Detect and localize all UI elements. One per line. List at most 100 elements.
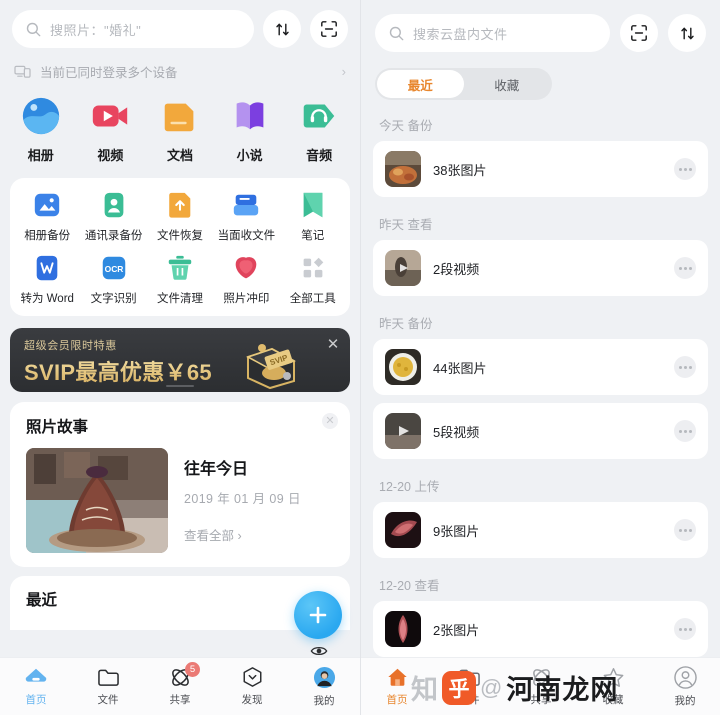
- file-name: 44张图片: [433, 360, 487, 376]
- tool-photo-print[interactable]: 照片冲印: [213, 253, 279, 306]
- search-placeholder: 搜照片："婚礼": [50, 22, 142, 38]
- tool-ocr[interactable]: OCR 文字识别: [81, 253, 147, 306]
- sort-button[interactable]: [668, 14, 706, 52]
- app-shortcut-document[interactable]: 文档: [148, 95, 212, 164]
- app-shortcut-label: 音频: [306, 148, 333, 163]
- nav-tab-favorites[interactable]: 收藏: [577, 666, 649, 707]
- tool-all-tools[interactable]: 全部工具: [280, 253, 346, 306]
- to-word-icon: [36, 255, 58, 281]
- svip-banner[interactable]: 超级会员限时特惠 SVIP最高优惠￥65 SVIP ✕: [10, 328, 350, 392]
- app-shortcut-row: 相册 视频 文档 小说 音频: [0, 91, 360, 178]
- svip-indicator: [166, 384, 194, 387]
- tool-receive-file[interactable]: 当面收文件: [213, 190, 279, 243]
- photo-story-card: 照片故事 ✕ 往年今日 2019 年 01 月 09 日 查看全部 ›: [10, 402, 350, 567]
- add-button[interactable]: [294, 591, 342, 639]
- app-shortcut-label: 相册: [27, 148, 54, 163]
- nav-tab-discover[interactable]: 发现: [216, 666, 288, 707]
- tool-file-clean[interactable]: 文件清理: [147, 253, 213, 306]
- sort-arrows-icon: [275, 23, 289, 35]
- photo-story-thumbnail[interactable]: [26, 448, 168, 553]
- app-shortcut-novel[interactable]: 小说: [218, 95, 282, 164]
- device-banner[interactable]: 当前已同时登录多个设备 ›: [0, 54, 360, 91]
- svg-text:OCR: OCR: [104, 264, 123, 274]
- file-name: 5段视频: [433, 424, 480, 440]
- tool-label: 全部工具: [289, 293, 336, 305]
- file-thumbnail: [385, 250, 421, 286]
- left-bottom-nav: 首页 文件 5 共享 发现 我的: [0, 657, 360, 715]
- file-thumbnail: [385, 512, 421, 548]
- nav-tab-mine[interactable]: 我的: [649, 665, 720, 708]
- video-icon: [93, 105, 128, 127]
- audio-icon: [303, 104, 335, 128]
- nav-tab-mine[interactable]: 我的: [288, 666, 360, 708]
- file-more-button[interactable]: [674, 257, 696, 279]
- dot: [688, 627, 692, 631]
- discover-icon: [243, 667, 261, 687]
- nav-tab-home[interactable]: 首页: [0, 666, 72, 707]
- file-more-button[interactable]: [674, 519, 696, 541]
- search-icon: [26, 22, 41, 36]
- app-shortcut-audio[interactable]: 音频: [287, 95, 351, 164]
- cloud-search-input[interactable]: 搜索云盘内文件: [375, 14, 610, 52]
- file-list-item[interactable]: 9张图片: [373, 502, 708, 558]
- tool-label: 转为 Word: [20, 293, 74, 305]
- photo-story-close-button[interactable]: ✕: [322, 413, 338, 429]
- dot: [678, 627, 682, 631]
- tool-photo-backup[interactable]: 相册备份: [14, 190, 80, 243]
- file-list-item[interactable]: 2张图片: [373, 601, 708, 657]
- avatar-icon: [313, 666, 335, 688]
- file-more-button[interactable]: [674, 158, 696, 180]
- segment-favorites[interactable]: 收藏: [464, 70, 551, 98]
- tool-to-word[interactable]: 转为 Word: [14, 253, 80, 306]
- scan-button[interactable]: [310, 10, 348, 48]
- nav-tab-label: 收藏: [602, 694, 624, 706]
- file-more-button[interactable]: [674, 420, 696, 442]
- devices-icon: [14, 65, 31, 78]
- dot: [688, 167, 692, 171]
- scan-frame-icon: [321, 21, 337, 37]
- search-icon: [389, 26, 404, 40]
- search-input[interactable]: 搜照片："婚礼": [12, 10, 254, 48]
- recent-section-title: 最近: [26, 592, 58, 609]
- photo-story-body[interactable]: 往年今日 2019 年 01 月 09 日 查看全部 ›: [10, 448, 350, 567]
- app-shortcut-album[interactable]: 相册: [9, 95, 73, 164]
- app-shortcut-label: 视频: [97, 148, 124, 163]
- right-phone-panel: 搜索云盘内文件 最近 收藏 今天 备份 38张图片 昨天 查看 2段视频 昨天 …: [360, 0, 720, 715]
- file-name: 2段视频: [433, 261, 480, 277]
- person-thumb: [385, 250, 421, 286]
- nav-tab-label: 发现: [241, 694, 263, 706]
- food-thumb: [385, 151, 421, 187]
- tool-contacts-backup[interactable]: 通讯录备份: [81, 190, 147, 243]
- dot: [683, 365, 687, 369]
- left-search-row: 搜照片："婚礼": [0, 0, 360, 54]
- file-list-item[interactable]: 2段视频: [373, 240, 708, 296]
- photo-story-view-all[interactable]: 查看全部 ›: [184, 525, 301, 544]
- star-icon: [603, 668, 623, 687]
- tool-label: 照片冲印: [223, 293, 270, 305]
- device-banner-text: 当前已同时登录多个设备: [40, 66, 178, 80]
- tool-note[interactable]: 笔记: [280, 190, 346, 243]
- dot: [683, 627, 687, 631]
- nav-tab-files[interactable]: 文件: [72, 667, 144, 707]
- segment-recent[interactable]: 最近: [377, 70, 464, 98]
- ocr-icon: OCR: [102, 256, 125, 280]
- svip-close-button[interactable]: ✕: [325, 337, 341, 353]
- scan-button[interactable]: [620, 14, 658, 52]
- tool-file-restore[interactable]: 文件恢复: [147, 190, 213, 243]
- photo-backup-icon: [35, 193, 60, 217]
- tool-label: 通讯录备份: [84, 230, 143, 242]
- file-more-button[interactable]: [674, 618, 696, 640]
- file-list-item[interactable]: 5段视频: [373, 403, 708, 459]
- sort-button[interactable]: [263, 10, 301, 48]
- nav-tab-files[interactable]: 文件: [433, 667, 505, 707]
- nav-tab-home[interactable]: 首页: [361, 666, 433, 707]
- file-list-item[interactable]: 44张图片: [373, 339, 708, 395]
- nav-tab-share[interactable]: 5 共享: [144, 661, 216, 707]
- nav-tab-label: 首页: [25, 694, 47, 706]
- nav-tab-label: 共享: [530, 693, 552, 706]
- file-more-button[interactable]: [674, 356, 696, 378]
- app-shortcut-video[interactable]: 视频: [78, 95, 142, 164]
- nav-tab-share[interactable]: 共享: [505, 667, 577, 707]
- home-cloud-icon: [25, 668, 47, 682]
- file-list-item[interactable]: 38张图片: [373, 141, 708, 197]
